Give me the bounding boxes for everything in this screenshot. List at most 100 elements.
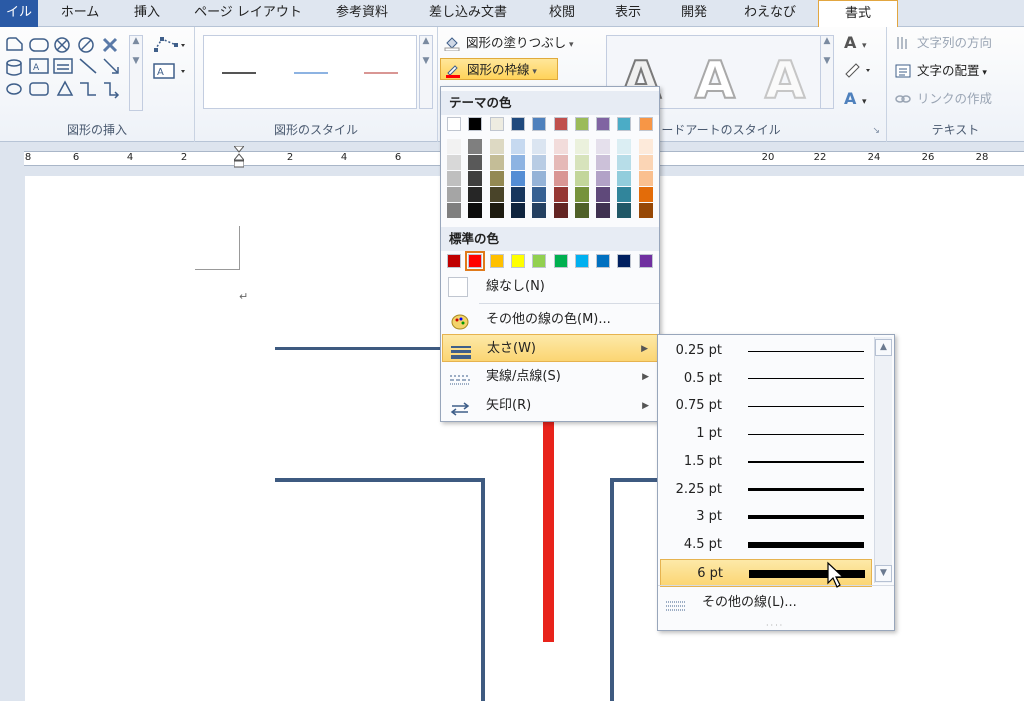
shape-outline-button[interactable]: 図形の枠線 ▾ xyxy=(440,58,558,80)
weight-option[interactable]: 2.25 pt xyxy=(660,476,872,504)
theme-color-shade-swatch[interactable] xyxy=(553,171,568,186)
theme-color-shade-swatch[interactable] xyxy=(617,139,632,154)
theme-color-shade-swatch[interactable] xyxy=(447,155,461,170)
standard-color-swatch[interactable] xyxy=(596,254,611,268)
theme-color-shade-swatch[interactable] xyxy=(447,139,461,154)
wordart-style-2[interactable]: A xyxy=(683,51,747,111)
text-box-button[interactable]: A xyxy=(152,61,188,81)
theme-color-shade-swatch[interactable] xyxy=(510,187,525,202)
theme-color-shade-swatch[interactable] xyxy=(553,203,568,218)
tab-file[interactable]: イル xyxy=(0,0,38,27)
theme-color-shade-swatch[interactable] xyxy=(574,171,589,186)
style-swatch-blue[interactable] xyxy=(294,72,328,74)
theme-color-shade-swatch[interactable] xyxy=(617,171,632,186)
weight-option[interactable]: 0.25 pt xyxy=(660,337,872,365)
text-fill-button[interactable]: A ▾ xyxy=(844,33,867,52)
theme-color-shade-swatch[interactable] xyxy=(638,155,653,170)
theme-color-shade-swatch[interactable] xyxy=(617,187,632,202)
standard-color-swatch[interactable] xyxy=(617,254,632,268)
weight-option[interactable]: 0.75 pt xyxy=(660,392,872,420)
theme-color-shade-swatch[interactable] xyxy=(638,203,653,218)
theme-color-shade-swatch[interactable] xyxy=(447,171,461,186)
theme-color-swatch[interactable] xyxy=(468,117,483,131)
tab-view[interactable]: 表示 xyxy=(604,0,652,27)
theme-color-swatch[interactable] xyxy=(617,117,632,131)
theme-color-shade-swatch[interactable] xyxy=(574,187,589,202)
theme-color-shade-swatch[interactable] xyxy=(596,203,611,218)
submenu-scrollbar[interactable]: ▲ ▼ xyxy=(874,337,892,583)
no-line-item[interactable]: 線なし(N) xyxy=(442,273,659,301)
theme-color-shade-swatch[interactable] xyxy=(617,203,632,218)
standard-color-swatch[interactable] xyxy=(489,254,504,268)
theme-color-shade-swatch[interactable] xyxy=(617,155,632,170)
theme-color-shade-swatch[interactable] xyxy=(489,139,504,154)
tab-page-layout[interactable]: ページ レイアウト xyxy=(188,0,308,27)
theme-color-shade-swatch[interactable] xyxy=(638,171,653,186)
theme-color-shade-swatch[interactable] xyxy=(489,155,504,170)
theme-color-shade-swatch[interactable] xyxy=(468,139,483,154)
text-align-button[interactable]: 文字の配置 ▾ xyxy=(891,60,1021,82)
tab-review[interactable]: 校閲 xyxy=(538,0,586,27)
theme-color-shade-swatch[interactable] xyxy=(489,187,504,202)
theme-color-shade-swatch[interactable] xyxy=(574,203,589,218)
theme-color-shade-swatch[interactable] xyxy=(510,203,525,218)
theme-color-shade-swatch[interactable] xyxy=(596,139,611,154)
theme-color-shade-swatch[interactable] xyxy=(489,203,504,218)
theme-color-shade-swatch[interactable] xyxy=(574,155,589,170)
tab-mailings[interactable]: 差し込み文書 xyxy=(420,0,516,27)
theme-color-shade-swatch[interactable] xyxy=(510,155,525,170)
create-link-button[interactable]: リンクの作成 xyxy=(891,88,1021,110)
edit-shape-button[interactable] xyxy=(152,35,188,55)
shapes-gallery[interactable]: A xyxy=(4,35,128,111)
theme-color-shade-swatch[interactable] xyxy=(532,187,547,202)
standard-color-swatch[interactable] xyxy=(447,254,461,268)
theme-color-shade-swatch[interactable] xyxy=(596,187,611,202)
tab-insert[interactable]: 挿入 xyxy=(122,0,172,27)
dialog-launcher-icon[interactable]: ↘ xyxy=(872,126,880,136)
theme-color-shade-swatch[interactable] xyxy=(596,155,611,170)
style-swatch-red[interactable] xyxy=(364,72,398,74)
theme-color-shade-swatch[interactable] xyxy=(532,171,547,186)
weight-option[interactable]: 4.5 pt xyxy=(660,531,872,559)
theme-color-swatch[interactable] xyxy=(553,117,568,131)
more-lines-item[interactable]: その他の線(L)... xyxy=(660,589,892,617)
shape-styles-scroll[interactable]: ▲ ▼ xyxy=(419,35,433,109)
standard-color-swatch[interactable] xyxy=(510,254,525,268)
wordart-style-3[interactable]: A xyxy=(753,51,817,111)
text-direction-button[interactable]: 文字列の方向 xyxy=(891,32,1021,54)
theme-color-swatch[interactable] xyxy=(532,117,547,131)
theme-color-shade-swatch[interactable] xyxy=(553,139,568,154)
indent-marker[interactable] xyxy=(232,145,246,172)
theme-color-shade-swatch[interactable] xyxy=(468,203,483,218)
theme-color-shade-swatch[interactable] xyxy=(532,203,547,218)
shape-styles-gallery[interactable] xyxy=(203,35,417,109)
theme-color-shade-swatch[interactable] xyxy=(468,171,483,186)
text-effects-button[interactable]: A ▾ xyxy=(844,89,867,108)
wordart-scroll[interactable]: ▲ ▼ xyxy=(820,35,834,109)
theme-color-swatch[interactable] xyxy=(447,117,461,131)
theme-color-swatch[interactable] xyxy=(510,117,525,131)
shapes-gallery-scroll[interactable]: ▲ ▼ xyxy=(129,35,143,111)
theme-color-shade-swatch[interactable] xyxy=(489,171,504,186)
theme-color-shade-swatch[interactable] xyxy=(510,171,525,186)
more-line-colors-item[interactable]: その他の線の色(M)... xyxy=(442,306,659,334)
weight-option[interactable]: 3 pt xyxy=(660,503,872,531)
shape-line-left-h[interactable] xyxy=(275,478,485,482)
scroll-down-icon[interactable]: ▼ xyxy=(875,565,892,582)
standard-color-swatch[interactable] xyxy=(532,254,547,268)
theme-color-swatch[interactable] xyxy=(489,117,504,131)
theme-color-shade-swatch[interactable] xyxy=(447,187,461,202)
arrows-item[interactable]: 矢印(R) ▶ xyxy=(442,392,659,420)
line-weight-item[interactable]: 太さ(W) ▶ xyxy=(442,334,659,362)
standard-color-swatch[interactable] xyxy=(465,251,486,271)
weight-option[interactable]: 1.5 pt xyxy=(660,448,872,476)
shape-line-left-v[interactable] xyxy=(481,478,485,701)
dashes-item[interactable]: 実線/点線(S) ▶ xyxy=(442,363,659,391)
tab-format[interactable]: 書式 xyxy=(818,0,898,27)
tab-waenabi[interactable]: わえなび xyxy=(736,0,804,27)
shape-line-right-h[interactable] xyxy=(610,478,660,482)
shape-line-right-v[interactable] xyxy=(610,478,614,701)
theme-color-shade-swatch[interactable] xyxy=(468,155,483,170)
theme-color-shade-swatch[interactable] xyxy=(574,139,589,154)
tab-home[interactable]: ホーム xyxy=(50,0,110,27)
